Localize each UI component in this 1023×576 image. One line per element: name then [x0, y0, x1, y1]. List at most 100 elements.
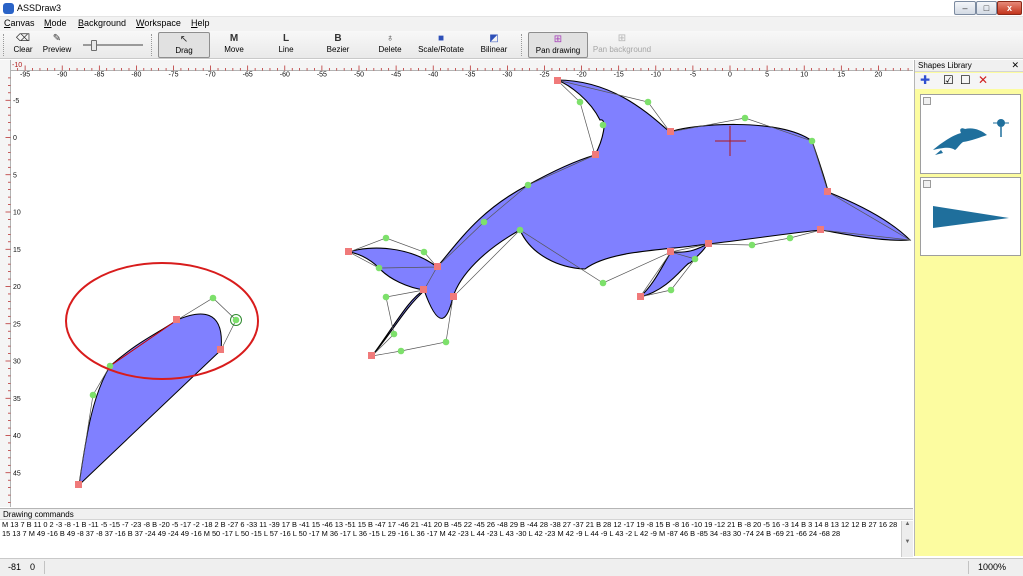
cursor-x-readout: -81: [8, 562, 22, 572]
ruler-y-label: 20: [13, 284, 21, 291]
ruler-x-label: 20: [875, 72, 883, 79]
bilinear-icon: ◩: [489, 33, 499, 44]
library-item-dolphin[interactable]: [920, 94, 1021, 174]
ruler-x-label: -35: [465, 72, 475, 79]
menu-help[interactable]: Help: [191, 18, 210, 28]
bilinear-label: Bilinear: [480, 45, 508, 54]
minimize-button[interactable]: –: [954, 1, 976, 15]
scale-rotate-label: Scale/Rotate: [418, 45, 464, 54]
move-mode-button[interactable]: M Move: [214, 32, 254, 58]
ruler-y-label: 15: [13, 247, 21, 254]
menu-canvas[interactable]: Canvas: [4, 18, 35, 28]
ruler-y-label: 5: [13, 172, 17, 179]
pan-drawing-label: Pan drawing: [535, 46, 581, 55]
ruler-x-label: -15: [614, 72, 624, 79]
maximize-button[interactable]: □: [976, 1, 997, 15]
canvas-svg[interactable]: -10 -95 -90 -85 -80 -75 -70 -65 -60 -55 -50 -45 -40…: [0, 60, 913, 507]
ruler-y-label: 35: [13, 396, 21, 403]
ruler-x-label: -95: [20, 72, 30, 79]
fin-fill[interactable]: [78, 313, 222, 487]
ruler-x-label: -85: [94, 72, 104, 79]
ruler-y-label: 0: [13, 135, 17, 142]
bezier-label: Bezier: [326, 45, 350, 54]
pan-drawing-icon: ⊞: [553, 34, 563, 45]
toolbar-separator: [521, 34, 523, 56]
ruler-x-label: -55: [317, 72, 327, 79]
check-all-icon[interactable]: ☑: [943, 74, 954, 86]
shapes-library-title: Shapes Library: [915, 60, 1023, 72]
ruler-y-label: 10: [13, 210, 21, 217]
library-item-checkbox[interactable]: [923, 97, 931, 105]
drag-label: Drag: [175, 46, 193, 55]
fin-thumbnail-icon: [933, 206, 1009, 228]
menu-workspace[interactable]: Workspace: [136, 18, 181, 28]
ruler-y-label: 30: [13, 359, 21, 366]
scale-rotate-mode-button[interactable]: ■ Scale/Rotate: [414, 32, 468, 58]
ruler-x-label: -50: [354, 72, 364, 79]
bezier-mode-button[interactable]: B Bezier: [318, 32, 358, 58]
delete-label: Delete: [378, 45, 402, 54]
pan-background-icon: ⊞: [617, 33, 627, 44]
library-item-checkbox[interactable]: [923, 180, 931, 188]
line-mode-button[interactable]: L Line: [266, 32, 306, 58]
ruler-x-label: -20: [577, 72, 587, 79]
clear-button[interactable]: ⌫ Clear: [10, 32, 36, 58]
pan-drawing-button[interactable]: ⊞ Pan drawing: [528, 32, 588, 58]
ruler-y-label: 25: [13, 321, 21, 328]
ruler-y-label: 45: [13, 470, 21, 477]
ruler-x-label: 5: [765, 72, 769, 79]
delete-shape-icon[interactable]: ✕: [978, 74, 988, 86]
delete-mode-button[interactable]: ♁ Delete: [370, 32, 410, 58]
app-icon: [3, 3, 14, 14]
ruler-x-label: -60: [280, 72, 290, 79]
close-button[interactable]: x: [997, 1, 1022, 15]
scale-rotate-icon: ■: [437, 33, 445, 44]
drawing-commands-title: Drawing commands: [0, 509, 913, 520]
drawing-commands-text[interactable]: M 13 7 B 11 0 2 -3 -8 -1 B -11 -5 -15 -7…: [2, 521, 898, 555]
ruler-top: [0, 60, 913, 71]
library-item-fin[interactable]: [920, 177, 1021, 256]
bilinear-mode-button[interactable]: ◩ Bilinear: [474, 32, 514, 58]
library-toolbar: ✚ ☑ ☐ ✕: [915, 73, 1023, 89]
drawing-commands-panel: Drawing commands M 13 7 B 11 0 2 -3 -8 -…: [0, 508, 913, 557]
line-icon: L: [282, 33, 290, 44]
fin-shape[interactable]: [75, 294, 242, 488]
dolphin-fill[interactable]: [348, 79, 912, 357]
menu-background[interactable]: Background: [78, 18, 126, 28]
toolbar: ⌫ Clear ✎ Preview ↖ Drag M Move L Line B…: [0, 31, 1023, 59]
ruler-y-label: 40: [13, 433, 21, 440]
preview-button[interactable]: ✎ Preview: [40, 32, 74, 58]
ruler-x-label: -45: [391, 72, 401, 79]
ruler-x-label: -40: [428, 72, 438, 79]
pan-background-label: Pan background: [592, 45, 652, 54]
pan-background-button[interactable]: ⊞ Pan background: [590, 32, 654, 58]
status-divider: [44, 561, 45, 574]
bezier-icon: B: [334, 33, 342, 44]
commands-scrollbar[interactable]: ▲ ▼: [901, 521, 913, 557]
ruler-corner-label: -10: [12, 62, 22, 69]
slider-thumb[interactable]: [91, 40, 97, 51]
ruler-x-label: -90: [57, 72, 67, 79]
menu-mode[interactable]: Mode: [44, 18, 67, 28]
ruler-x-label: 0: [728, 72, 732, 79]
preview-opacity-slider[interactable]: [83, 40, 143, 51]
ruler-x-label: -70: [206, 72, 216, 79]
ruler-x-label: -5: [690, 72, 696, 79]
close-library-icon[interactable]: ✕: [1011, 60, 1019, 71]
toolbar-grip: [3, 34, 5, 56]
cursor-arrow-icon: ↖: [179, 34, 189, 45]
uncheck-all-icon[interactable]: ☐: [960, 74, 971, 86]
ruler-x-label: -30: [502, 72, 512, 79]
ruler-x-label: -65: [243, 72, 253, 79]
ruler-x-label: -25: [539, 72, 549, 79]
delete-point-icon: ♁: [386, 33, 394, 44]
ruler-x-label: 15: [837, 72, 845, 79]
eraser-icon: ⌫: [15, 33, 31, 44]
line-label: Line: [278, 45, 294, 54]
drag-mode-button[interactable]: ↖ Drag: [158, 32, 210, 58]
ruler-x-label: -10: [651, 72, 661, 79]
dolphin-shape[interactable]: [345, 77, 912, 359]
add-shape-icon[interactable]: ✚: [920, 74, 930, 86]
move-icon: M: [229, 33, 239, 44]
drawing-canvas[interactable]: -10 -95 -90 -85 -80 -75 -70 -65 -60 -55 -50 -45 -40…: [0, 60, 913, 507]
